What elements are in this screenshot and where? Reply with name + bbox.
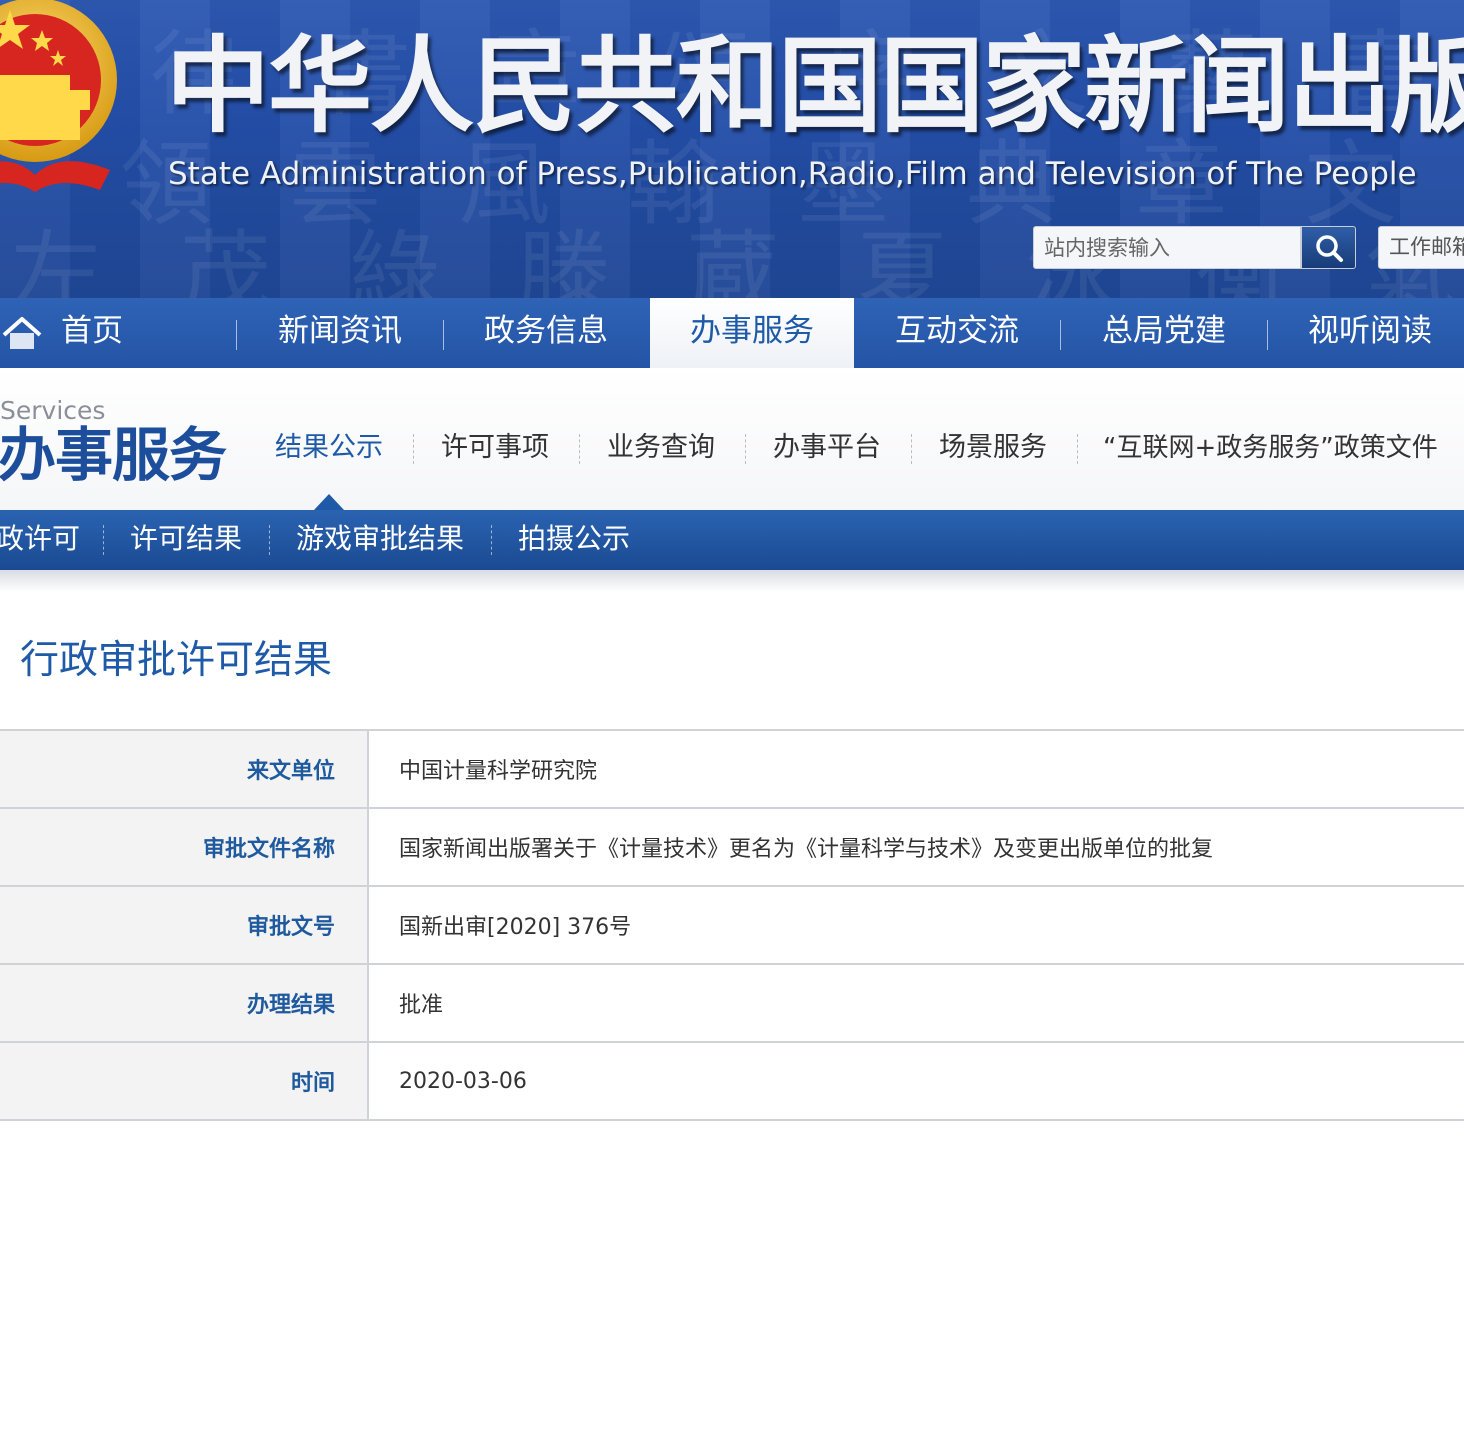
nav-item-interaction[interactable]: 互动交流 — [856, 298, 1058, 368]
field-value: 2020-03-06 — [368, 1042, 1464, 1121]
field-label: 审批文号 — [0, 886, 369, 965]
field-label: 时间 — [0, 1042, 369, 1121]
page-title: 行政审批许可结果 — [20, 638, 333, 683]
nav-divider — [1267, 320, 1268, 350]
tab-divider — [269, 525, 270, 555]
tab-filming-announcements[interactable]: 拍摄公示 — [518, 510, 630, 570]
site-subtitle-english: State Administration of Press,Publicatio… — [168, 156, 1417, 192]
subnav-divider — [911, 434, 912, 464]
section-label-chinese: 办事服务 — [0, 421, 227, 489]
subnav-divider — [579, 434, 580, 464]
subnav-item-business-query[interactable]: 业务查询 — [607, 428, 715, 468]
field-label: 审批文件名称 — [0, 808, 369, 887]
subnav-divider — [413, 434, 414, 464]
results-tab-bar: 政许可 许可结果 游戏审批结果 拍摄公示 — [0, 510, 1464, 570]
tab-game-approval-results[interactable]: 游戏审批结果 — [296, 510, 464, 570]
subnav-divider — [745, 434, 746, 464]
nav-item-party-building[interactable]: 总局党建 — [1063, 298, 1265, 368]
field-value: 国家新闻出版署关于《计量技术》更名为《计量科学与技术》及变更出版单位的批复 — [368, 808, 1464, 887]
table-row: 审批文件名称 国家新闻出版署关于《计量技术》更名为《计量科学与技术》及变更出版单… — [0, 808, 1464, 887]
table-row: 办理结果 批准 — [0, 964, 1464, 1043]
tab-bar-shadow — [0, 570, 1464, 592]
tab-administrative-license[interactable]: 政许可 — [0, 510, 80, 570]
field-value: 国新出审[2020] 376号 — [368, 886, 1464, 965]
tab-license-results[interactable]: 许可结果 — [130, 510, 242, 570]
nav-item-government-info[interactable]: 政务信息 — [446, 298, 646, 368]
site-search — [1033, 226, 1356, 269]
nav-item-home[interactable]: 首页 — [44, 298, 140, 368]
table-row: 审批文号 国新出审[2020] 376号 — [0, 886, 1464, 965]
table-row: 时间 2020-03-06 — [0, 1042, 1464, 1121]
nav-item-audio-visual-reading[interactable]: 视听阅读 — [1270, 298, 1464, 368]
subnav-item-scenario-services[interactable]: 场景服务 — [939, 428, 1047, 468]
nav-divider — [1060, 320, 1061, 350]
table-row: 来文单位 中国计量科学研究院 — [0, 730, 1464, 809]
field-label: 办理结果 — [0, 964, 369, 1043]
search-icon — [1315, 234, 1343, 262]
field-value: 中国计量科学研究院 — [368, 730, 1464, 809]
site-title: 中华人民共和国国家新闻出版广 — [166, 25, 1464, 147]
subnav-item-service-platform[interactable]: 办事平台 — [773, 428, 881, 468]
work-mail-button[interactable]: 工作邮箱 — [1378, 226, 1464, 269]
site-banner: 律 書 章 頌 字 文 藝 書 篆 碑 帖 書 畫 領 雲 風 翰 墨 典 章 … — [0, 0, 1464, 298]
national-emblem-icon — [0, 0, 117, 192]
search-input[interactable] — [1033, 226, 1301, 269]
field-value: 批准 — [368, 964, 1464, 1043]
approval-detail-table: 来文单位 中国计量科学研究院 审批文件名称 国家新闻出版署关于《计量技术》更名为… — [0, 729, 1464, 1121]
main-nav: 首页 新闻资讯 政务信息 办事服务 互动交流 总局党建 视听阅读 — [0, 298, 1464, 368]
nav-divider — [236, 320, 237, 350]
subnav-item-licensing-matters[interactable]: 许可事项 — [441, 428, 549, 468]
tab-divider — [103, 525, 104, 555]
subnav-divider — [1077, 434, 1078, 464]
subnav-item-results[interactable]: 结果公示 — [275, 428, 383, 468]
search-button[interactable] — [1301, 226, 1356, 269]
home-icon — [2, 317, 42, 349]
nav-item-news[interactable]: 新闻资讯 — [240, 298, 440, 368]
nav-item-services[interactable]: 办事服务 — [650, 298, 854, 368]
subnav-item-policy-documents[interactable]: “互联网+政务服务”政策文件 — [1103, 428, 1438, 468]
field-label: 来文单位 — [0, 730, 369, 809]
active-subnav-indicator — [314, 494, 344, 510]
nav-divider — [443, 320, 444, 350]
tab-divider — [491, 525, 492, 555]
